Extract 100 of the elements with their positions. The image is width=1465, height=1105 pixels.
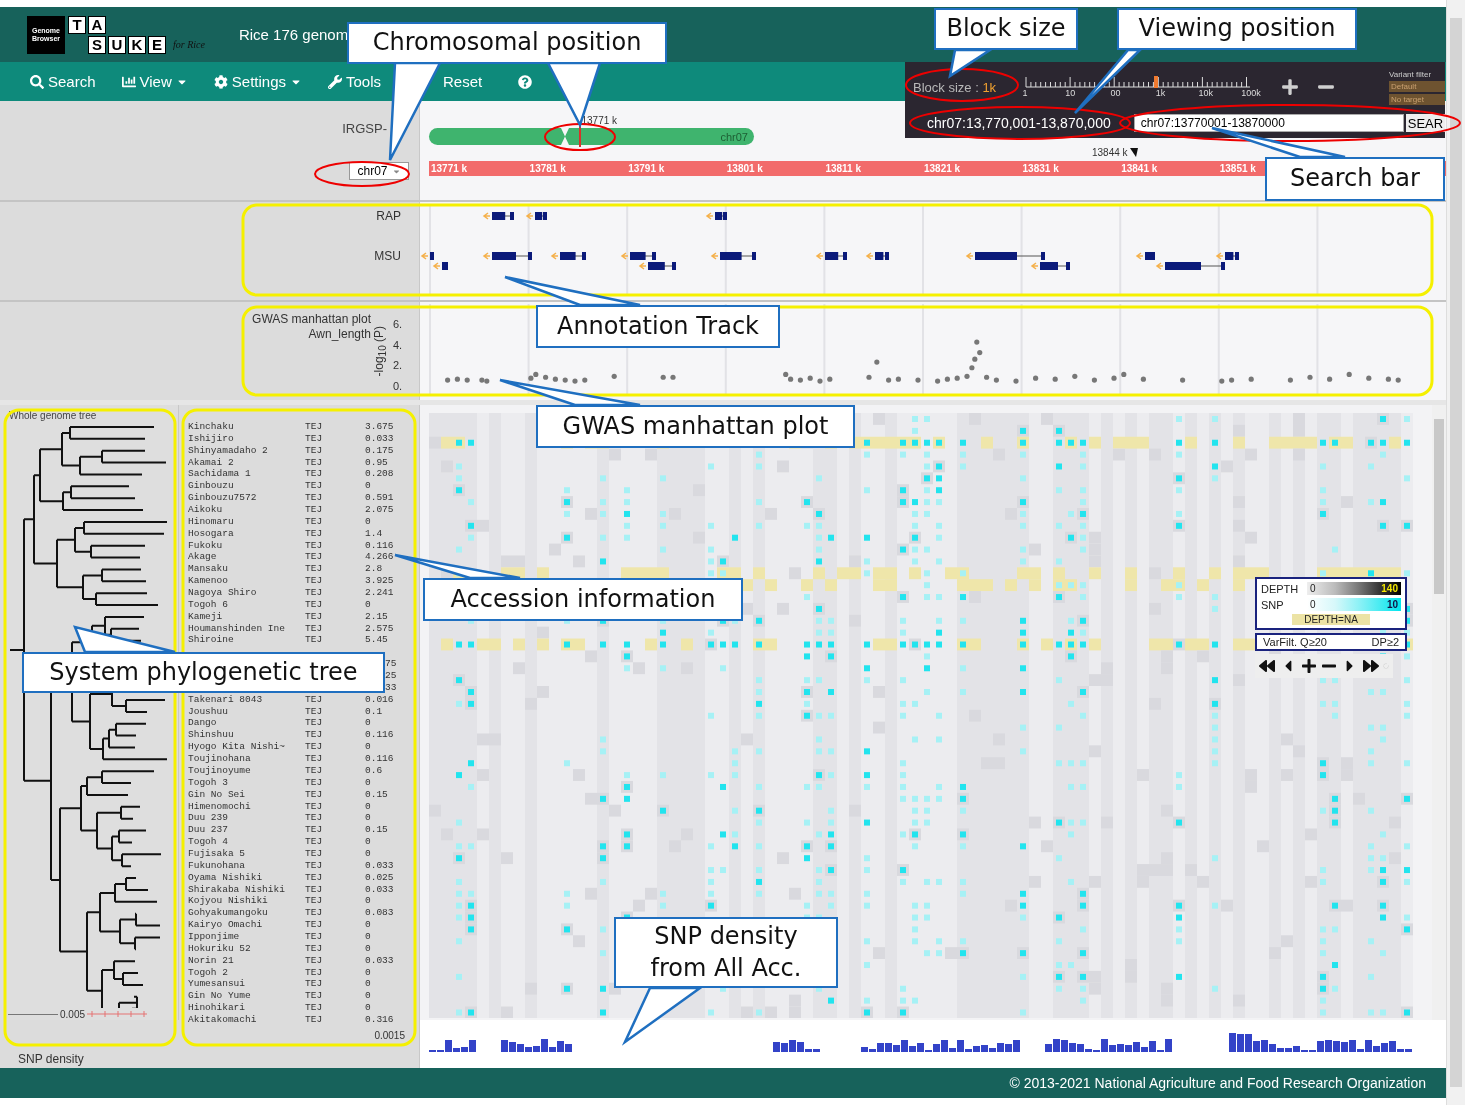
accession-name: Akage bbox=[188, 551, 218, 564]
accession-group: TEJ bbox=[305, 930, 365, 943]
accession-value: 0 bbox=[365, 598, 372, 611]
accession-name: Togoh 2 bbox=[188, 966, 229, 979]
accession-group: TEJ bbox=[305, 515, 365, 528]
accession-value: 4.266 bbox=[365, 551, 395, 564]
ruler-tick-label: 13781 k bbox=[528, 163, 567, 174]
accession-name: Mansaku bbox=[188, 563, 229, 576]
accession-name: Shirakaba Nishiki bbox=[188, 883, 286, 896]
density-max-label: 0.0015 bbox=[374, 1030, 405, 1043]
logo-letter: E bbox=[148, 35, 166, 54]
nav-menu-item[interactable]: Tools bbox=[328, 73, 381, 90]
accession-name: Houmanshinden Ine bbox=[188, 622, 286, 635]
accession-name: Shinshuu bbox=[188, 729, 235, 742]
accession-group: TEJ bbox=[305, 883, 365, 896]
accession-group: TEJ bbox=[305, 954, 365, 967]
help-icon[interactable] bbox=[518, 74, 533, 89]
scale-ticks-icon bbox=[87, 1010, 148, 1018]
accession-group: TEJ bbox=[305, 729, 365, 742]
ruler-tick-label: 13801 k bbox=[725, 163, 764, 174]
scale-min: 0 bbox=[1310, 599, 1316, 610]
accession-value: 0 bbox=[365, 717, 372, 730]
na-legend: DEPTH=NA bbox=[1292, 614, 1370, 625]
track-scrollbar[interactable] bbox=[1432, 405, 1446, 1020]
zoom-in-icon[interactable] bbox=[1281, 78, 1299, 96]
filter-option[interactable]: No target bbox=[1389, 93, 1445, 105]
ruler-tick-label: 13791 k bbox=[627, 163, 666, 174]
search-button[interactable]: SEAR bbox=[1405, 114, 1445, 132]
accession-value: 2.075 bbox=[365, 504, 395, 516]
accession-name: Yumesansui bbox=[188, 978, 246, 991]
accession-group: TEJ bbox=[305, 634, 365, 647]
search-field[interactable]: chr07:13770001-13870000 bbox=[1133, 114, 1404, 132]
accession-value: 2.8 bbox=[365, 563, 384, 576]
nav-item-icon bbox=[328, 74, 342, 89]
accession-name: Toujinoyume bbox=[188, 764, 252, 777]
ruler-tick-label: 13831 k bbox=[1021, 163, 1060, 174]
accession-value: 0.025 bbox=[365, 871, 395, 884]
accession-name: Kojyou Nishiki bbox=[188, 895, 269, 908]
block-size-slider[interactable] bbox=[1025, 74, 1251, 88]
logo-letter: K bbox=[128, 35, 146, 54]
accession-group: TEJ bbox=[305, 563, 365, 576]
accession-group: TEJ bbox=[305, 610, 365, 623]
accession-name: Sachidama 1 bbox=[188, 468, 252, 481]
track-title: GWAS manhattan plot bbox=[252, 312, 371, 327]
accession-value: 3.925 bbox=[365, 575, 395, 588]
first-icon[interactable] bbox=[1259, 658, 1275, 674]
nav-menu-item[interactable]: View bbox=[121, 73, 188, 90]
assembly-label: IRGSP- bbox=[342, 121, 387, 136]
scale-max: 10 bbox=[1386, 599, 1398, 610]
accession-name: Norin 21 bbox=[188, 954, 235, 967]
accession-group: TEJ bbox=[305, 717, 365, 730]
accession-group: TEJ bbox=[305, 480, 365, 493]
logo-letter: A bbox=[88, 15, 106, 34]
logo-letter: U bbox=[108, 35, 126, 54]
accession-group: TEJ bbox=[305, 527, 365, 540]
accession-name: Hinomaru bbox=[188, 515, 235, 528]
accession-value: 0 bbox=[365, 800, 372, 813]
accession-name: Gohyakumangoku bbox=[188, 907, 269, 920]
accession-value: 2.575 bbox=[365, 622, 395, 635]
last-icon[interactable] bbox=[1363, 658, 1379, 674]
slider-thumb[interactable] bbox=[1154, 76, 1159, 88]
nav-menu-item[interactable]: Search bbox=[30, 73, 96, 90]
accession-name: Hosogara bbox=[188, 527, 235, 540]
app-title: Rice 176 genom bbox=[238, 26, 349, 43]
accession-group: TEJ bbox=[305, 776, 365, 789]
zoom-in-icon[interactable] bbox=[1301, 658, 1317, 674]
logo-letter: S bbox=[88, 35, 106, 54]
accession-name: Fujisaka 5 bbox=[188, 847, 246, 860]
accession-name: Kamenoo bbox=[188, 575, 228, 588]
accession-value: 0 bbox=[365, 847, 372, 860]
page-scrollbar[interactable] bbox=[1446, 0, 1465, 1105]
accession-value: 0.208 bbox=[365, 468, 395, 481]
track-label: RAP bbox=[376, 209, 401, 223]
accession-value: 0.15 bbox=[365, 824, 389, 837]
accession-value: 0.016 bbox=[365, 693, 395, 706]
accession-value: 0.1 bbox=[365, 705, 384, 718]
accession-name: Kairyo Omachi bbox=[188, 919, 264, 931]
logo-tagline: for Rice bbox=[173, 38, 205, 50]
trait-label: Awn_length bbox=[308, 327, 371, 342]
accession-value: 0.116 bbox=[365, 753, 395, 765]
accession-value: 0.6 bbox=[365, 764, 384, 777]
ruler-tick-label: 13851 k bbox=[1218, 163, 1257, 174]
scale-tick-label: 00 bbox=[1110, 88, 1121, 98]
accession-value: 0.15 bbox=[365, 788, 389, 801]
nav-menu-item[interactable]: Reset bbox=[443, 73, 483, 90]
filter-option[interactable]: Default bbox=[1389, 80, 1445, 92]
accession-group: TEJ bbox=[305, 990, 365, 1003]
accession-value: 75 bbox=[384, 658, 398, 671]
accession-group: TEJ bbox=[305, 895, 365, 908]
copyright-text: © 2013-2021 National Agriculture and Food Research Organization bbox=[1009, 1075, 1426, 1091]
accession-group: TEJ bbox=[305, 1002, 365, 1014]
accession-value: 5.45 bbox=[365, 634, 389, 647]
accession-name: Ginbouzu bbox=[188, 480, 235, 493]
accession-value: 0.033 bbox=[365, 883, 395, 896]
scale-tick-label: 100k bbox=[1241, 88, 1261, 98]
accession-group: TEJ bbox=[305, 1013, 365, 1026]
chromosome-label: chr07 bbox=[720, 130, 748, 143]
accession-value: 33 bbox=[384, 681, 398, 694]
accession-group: TEJ bbox=[305, 824, 365, 837]
nav-menu-item[interactable]: Settings bbox=[213, 73, 302, 90]
